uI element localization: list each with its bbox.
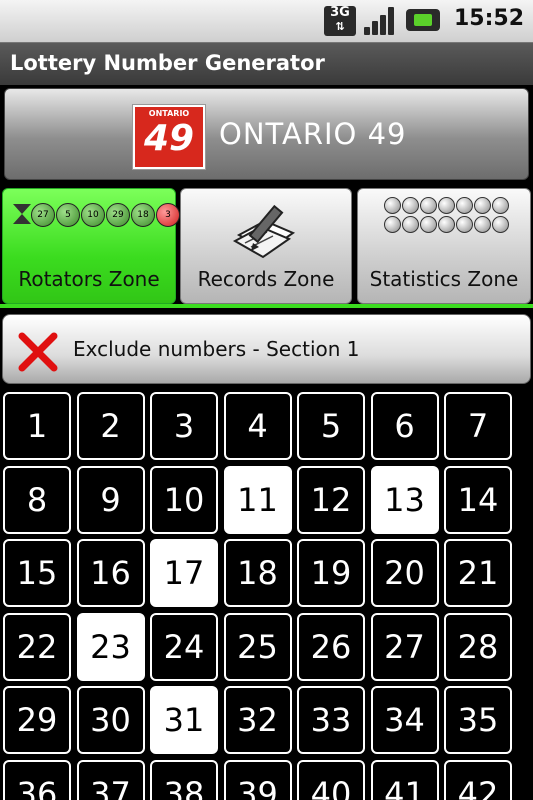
number-cell-25[interactable]: 25	[223, 612, 292, 681]
number-cell-22[interactable]: 22	[3, 612, 71, 681]
statistics-ball	[492, 216, 509, 233]
app-title: Lottery Number Generator	[10, 51, 325, 75]
rotator-ball: 5	[56, 203, 80, 227]
red-x-icon[interactable]	[17, 331, 59, 373]
battery-charging-icon	[406, 9, 440, 31]
number-cell-40[interactable]: 40	[297, 759, 365, 800]
number-cell-23[interactable]: 23	[76, 612, 145, 681]
lottery-banner[interactable]: ONTARIO 49 ONTARIO 49	[4, 88, 529, 180]
number-cell-26[interactable]: 26	[297, 612, 365, 681]
number-cell-31[interactable]: 31	[150, 686, 218, 754]
number-cell-7[interactable]: 7	[444, 392, 512, 460]
number-cell-12[interactable]: 12	[297, 465, 365, 534]
number-cell-21[interactable]: 21	[444, 539, 512, 607]
app-title-bar: Lottery Number Generator	[0, 42, 533, 85]
number-cell-8[interactable]: 8	[3, 465, 71, 534]
pencil-paper-icon	[232, 204, 296, 259]
statistics-ball	[420, 197, 437, 214]
rotator-ball: 29	[106, 203, 130, 227]
rotator-ball: 3	[156, 203, 180, 227]
number-cell-3[interactable]: 3	[150, 392, 218, 460]
tab-statistics-zone[interactable]: Statistics Zone	[357, 188, 531, 304]
number-cell-6[interactable]: 6	[370, 392, 439, 460]
rotator-ball: 10	[81, 203, 105, 227]
exclude-numbers-bar[interactable]: Exclude numbers - Section 1	[2, 314, 531, 384]
tab-records-zone[interactable]: Records Zone	[180, 188, 352, 304]
number-cell-14[interactable]: 14	[444, 465, 512, 534]
statistics-ball	[456, 197, 473, 214]
statistics-ball	[384, 216, 401, 233]
number-cell-5[interactable]: 5	[297, 392, 365, 460]
number-cell-9[interactable]: 9	[76, 465, 145, 534]
ontario-49-logo: ONTARIO 49	[133, 105, 205, 169]
status-time: 15:52	[454, 6, 525, 31]
rotator-ball: 18	[131, 203, 155, 227]
status-bar: 3G ⇅ 15:52	[0, 0, 533, 42]
number-cell-35[interactable]: 35	[444, 686, 512, 754]
signal-icon	[364, 7, 396, 35]
hourglass-icon	[13, 204, 31, 224]
number-cell-37[interactable]: 37	[76, 759, 145, 800]
number-cell-32[interactable]: 32	[223, 686, 292, 754]
number-cell-27[interactable]: 27	[370, 612, 439, 681]
statistics-ball	[438, 197, 455, 214]
number-cell-10[interactable]: 10	[150, 465, 218, 534]
rotator-ball: 27	[31, 203, 55, 227]
number-cell-34[interactable]: 34	[370, 686, 439, 754]
statistics-ball	[384, 197, 401, 214]
lottery-name: ONTARIO 49	[219, 117, 407, 151]
statistics-ball	[420, 216, 437, 233]
number-cell-33[interactable]: 33	[297, 686, 365, 754]
number-cell-28[interactable]: 28	[444, 612, 512, 681]
tab-rotators-zone[interactable]: 27 5 10 29 18 3 Rotators Zone	[2, 188, 180, 304]
tab-records-label: Records Zone	[197, 267, 335, 291]
statistics-ball	[492, 197, 509, 214]
number-cell-36[interactable]: 36	[3, 759, 71, 800]
exclude-numbers-text: Exclude numbers - Section 1	[73, 337, 360, 361]
tab-statistics-label: Statistics Zone	[369, 267, 519, 291]
number-cell-20[interactable]: 20	[370, 539, 439, 607]
statistics-ball	[456, 216, 473, 233]
statistics-ball	[402, 216, 419, 233]
number-cell-29[interactable]: 29	[3, 686, 71, 754]
number-cell-38[interactable]: 38	[150, 759, 218, 800]
active-tab-indicator	[0, 304, 533, 308]
statistics-ball	[474, 197, 491, 214]
number-cell-42[interactable]: 42	[444, 759, 512, 800]
number-cell-24[interactable]: 24	[150, 612, 218, 681]
number-cell-2[interactable]: 2	[76, 392, 145, 460]
number-cell-41[interactable]: 41	[370, 759, 439, 800]
number-cell-11[interactable]: 11	[223, 465, 292, 534]
number-cell-16[interactable]: 16	[76, 539, 145, 607]
statistics-ball	[438, 216, 455, 233]
number-cell-30[interactable]: 30	[76, 686, 145, 754]
number-cell-18[interactable]: 18	[223, 539, 292, 607]
statistics-balls-icon	[384, 197, 509, 237]
number-cell-39[interactable]: 39	[223, 759, 292, 800]
3g-icon: 3G ⇅	[324, 6, 356, 36]
network-type: 3G	[330, 5, 350, 20]
number-cell-15[interactable]: 15	[3, 539, 71, 607]
statistics-ball	[402, 197, 419, 214]
number-cell-13[interactable]: 13	[370, 465, 439, 534]
number-cell-19[interactable]: 19	[297, 539, 365, 607]
number-cell-17[interactable]: 17	[150, 539, 218, 607]
statistics-ball	[474, 216, 491, 233]
number-grid: 1 2 3 4 5 6 7 8 9 10 11 12 13 14 15 16 17 18 19 20 21 22 23 24 2…	[0, 390, 533, 800]
number-cell-4[interactable]: 4	[223, 392, 292, 460]
tab-rotators-label: Rotators Zone	[18, 267, 160, 291]
logo-number: 49	[143, 118, 195, 159]
number-cell-1[interactable]: 1	[3, 392, 71, 460]
